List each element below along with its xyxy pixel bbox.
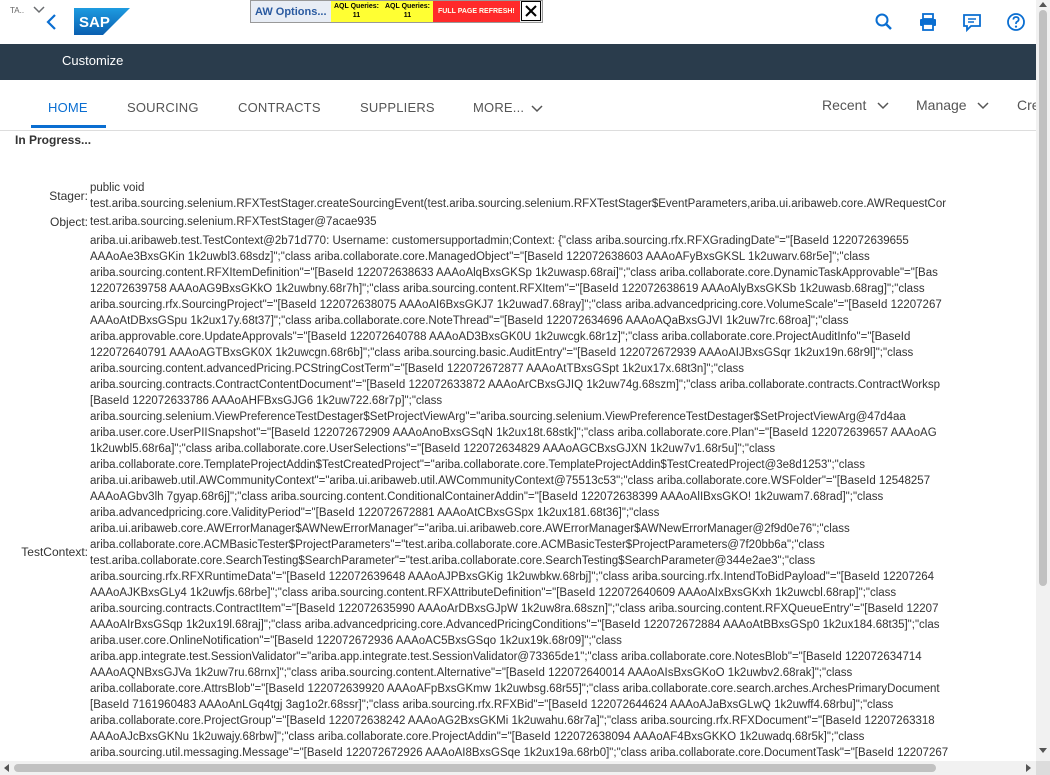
- chevron-down-icon: [531, 105, 543, 112]
- testcontext-line: ariba.user.core.OnlineNotification"="[Ba…: [90, 635, 622, 647]
- testcontext-line: [BaseId 122072633786 AAAoAHFBxsGJG6 1k2u…: [90, 395, 443, 407]
- object-label: Object:: [49, 215, 88, 229]
- testcontext-line: ariba.sourcing.rfx.RFXRuntimeData"="[Bas…: [90, 571, 935, 583]
- scroll-right-icon[interactable]: [1026, 764, 1031, 772]
- testcontext-line: AAAoAQNBxsGJVa 1k2uw7ru.68rnx]";"class a…: [90, 667, 853, 679]
- testcontext-line: ariba.collaborate.core.ACMBasicTester$Pr…: [90, 539, 825, 551]
- recent-menu[interactable]: Recent: [822, 97, 890, 113]
- testcontext-line: ariba.sourcing.util.messaging.Message"="…: [90, 747, 949, 759]
- testcontext-line: ariba.collaborate.core.ProjectGroup"="[B…: [90, 715, 935, 727]
- content-area: Stager: public void test.ariba.sourcing.s…: [0, 180, 1036, 761]
- testcontext-line: ariba.advancedpricing.core.ValidityPerio…: [90, 507, 660, 519]
- testcontext-line: AAAoAJcBxsGKNu 1k2uwajy.68rbw]";"class a…: [90, 731, 865, 743]
- feedback-icon[interactable]: [962, 12, 982, 32]
- testcontext-line: 1k2uwbl5.68r6a]";"class ariba.collaborat…: [90, 443, 776, 455]
- vertical-scroll-thumb[interactable]: [1039, 10, 1047, 586]
- tab-contracts[interactable]: CONTRACTS: [238, 100, 321, 115]
- aql-queries-count: 11: [352, 12, 361, 19]
- tab-suppliers[interactable]: SUPPLIERS: [360, 100, 435, 115]
- stager-label: Stager:: [49, 189, 88, 203]
- testcontext-line: ariba.approvable.core.UpdateApprovals"="…: [90, 331, 911, 343]
- tab-more-label: MORE...: [473, 100, 525, 115]
- chevron-down-icon: [877, 102, 889, 110]
- tab-home[interactable]: HOME: [48, 100, 88, 115]
- testcontext-line: ariba.collaborate.core.TemplateProjectAd…: [90, 459, 865, 471]
- sap-logo[interactable]: SAP: [74, 8, 130, 35]
- search-icon[interactable]: [874, 12, 894, 32]
- testcontext-line: 122072640791 AAAoAGTBxsGK0X 1k2uwcgn.68r…: [90, 347, 914, 359]
- testcontext-line: ariba.collaborate.core.AttrsBlob"="[Base…: [90, 683, 940, 695]
- chevron-down-icon: [977, 102, 990, 110]
- horizontal-scrollbar[interactable]: [0, 761, 1036, 775]
- horizontal-scroll-thumb[interactable]: [14, 764, 936, 772]
- testcontext-label: TestContext:: [21, 545, 88, 559]
- testcontext-line: ariba.sourcing.selenium.ViewPreferenceTe…: [90, 411, 906, 423]
- testcontext-line: AAAoAe3BxsGKin 1k2uwbl3.68sdz]";"class a…: [90, 251, 870, 263]
- testcontext-line: ariba.user.core.UserPIISnapshot"="[BaseI…: [90, 427, 937, 439]
- customize-link[interactable]: Customize: [62, 53, 123, 68]
- stager-value: public void test.ariba.sourcing.selenium.…: [90, 180, 946, 212]
- help-icon[interactable]: [1006, 12, 1026, 32]
- aql-queries-label: AQL Queries:: [334, 3, 379, 10]
- vertical-scrollbar[interactable]: [1036, 0, 1050, 761]
- testcontext-line: ariba.ui.aribaweb.core.AWErrorManager$AW…: [90, 523, 850, 535]
- testcontext-line: ariba.ui.aribaweb.test.TestContext@2b71d…: [90, 235, 909, 247]
- progress-status: In Progress...: [15, 133, 92, 147]
- full-page-refresh-button[interactable]: FULL PAGE REFRESH!: [433, 1, 520, 22]
- testcontext-line: AAAoAtDBxsGSpu 1k2ux17y.68t37]";"class a…: [90, 315, 849, 327]
- object-value: test.ariba.sourcing.selenium.RFXTestStag…: [90, 216, 377, 228]
- recent-menu-label: Recent: [822, 97, 867, 113]
- scroll-down-icon[interactable]: [1039, 748, 1047, 753]
- tab-sourcing[interactable]: SOURCING: [127, 100, 199, 115]
- manage-menu[interactable]: Manage: [916, 97, 990, 113]
- print-icon[interactable]: [918, 12, 938, 32]
- testcontext-line: [BaseId 7161960483 AAAoAnLGq4tgj 3ag1o2r…: [90, 699, 894, 711]
- scroll-left-icon[interactable]: [4, 764, 9, 772]
- scroll-up-icon[interactable]: [1039, 2, 1047, 7]
- tenant-label[interactable]: TA..: [10, 6, 24, 15]
- tab-more[interactable]: MORE...: [473, 100, 544, 115]
- testcontext-value: ariba.ui.aribaweb.test.TestContext@2b71d…: [90, 233, 948, 761]
- sap-logo-text: SAP: [79, 14, 110, 31]
- stager-line: test.ariba.sourcing.selenium.RFXTestStag…: [90, 198, 947, 210]
- testcontext-line: 122072639758 AAAoAG9BxsGKkO 1k2uwbny.68r…: [90, 283, 925, 295]
- active-tab-indicator: [31, 125, 106, 128]
- main-nav: HOME SOURCING CONTRACTS SUPPLIERS MORE..…: [0, 80, 1040, 131]
- testcontext-line: ariba.sourcing.content.advancedPricing.P…: [90, 363, 744, 375]
- testcontext-line: AAAoAIrBxsGSqp 1k2ux19l.68raj]";"class a…: [90, 619, 940, 631]
- testcontext-line: test.ariba.collaborate.core.SearchTestin…: [90, 555, 816, 567]
- aw-options-button[interactable]: AW Options...: [251, 1, 331, 22]
- aql-queries-badge-1: AQL Queries: 11: [331, 1, 382, 22]
- aql-queries-label: AQL Queries:: [385, 3, 430, 10]
- manage-menu-label: Manage: [916, 97, 967, 113]
- aql-queries-count: 11: [403, 12, 412, 19]
- testcontext-line: ariba.sourcing.rfx.SourcingProject"="[Ba…: [90, 299, 942, 311]
- testcontext-line: ariba.app.integrate.test.SessionValidato…: [90, 651, 922, 663]
- top-header: TA.. SAP AW Options... AQL Queries: 11 A…: [0, 0, 1036, 45]
- aw-debug-toolbar: AW Options... AQL Queries: 11 AQL Querie…: [250, 0, 543, 23]
- close-icon[interactable]: [520, 1, 541, 21]
- testcontext-line: ariba.ui.aribaweb.util.AWCommunityContex…: [90, 475, 931, 487]
- aql-queries-badge-2: AQL Queries: 11: [382, 1, 433, 22]
- back-arrow-icon[interactable]: [44, 12, 60, 32]
- testcontext-line: AAAoAGbv3lh 7gyap.68r6j]";"class ariba.s…: [90, 491, 884, 503]
- stager-line: public void: [90, 182, 145, 194]
- customize-bar: Customize: [0, 44, 1036, 80]
- testcontext-line: ariba.sourcing.content.RFXItemDefinition…: [90, 267, 938, 279]
- testcontext-line: AAAoAJKBxsGLy4 1k2uwfjs.68rbe]";"class a…: [90, 587, 897, 599]
- testcontext-line: ariba.sourcing.contracts.ContractItem"="…: [90, 603, 939, 615]
- testcontext-line: ariba.sourcing.contracts.ContractContent…: [90, 379, 940, 391]
- scrollbar-corner: [1036, 761, 1050, 775]
